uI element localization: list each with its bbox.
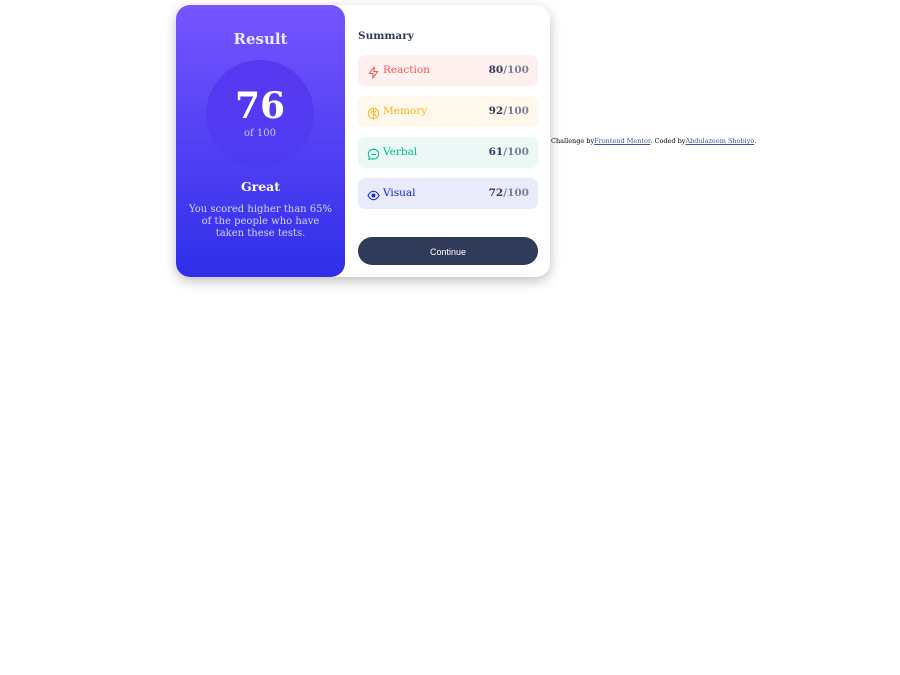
summary-row-memory: Memory 92/100 bbox=[358, 96, 538, 127]
summary-label-verbal: Verbal bbox=[383, 146, 418, 158]
score-of-label: of 100 bbox=[244, 128, 276, 139]
author-link[interactable]: Abdulazeem Shobiyo bbox=[685, 137, 754, 145]
result-title: Result bbox=[233, 30, 288, 48]
summary-title: Summary bbox=[358, 30, 414, 42]
result-panel: Result 76 of 100 Great You scored higher… bbox=[176, 5, 345, 277]
summary-score-reaction: 80/100 bbox=[488, 64, 529, 76]
continue-button[interactable]: Continue bbox=[358, 237, 538, 265]
summary-row-reaction: Reaction 80/100 bbox=[358, 55, 538, 86]
rating-label: Great bbox=[240, 179, 281, 194]
attribution: Challenge byFrontend Mentor. Coded byAbd… bbox=[551, 137, 757, 145]
lightning-icon bbox=[367, 64, 380, 79]
frontend-mentor-link[interactable]: Frontend Mentor bbox=[594, 137, 650, 145]
summary-score-memory: 92/100 bbox=[488, 105, 529, 117]
summary-score-visual: 72/100 bbox=[488, 187, 529, 199]
summary-label-reaction: Reaction bbox=[383, 64, 430, 76]
summary-score-verbal: 61/100 bbox=[488, 146, 529, 158]
results-card: Result 76 of 100 Great You scored higher… bbox=[176, 5, 550, 277]
summary-row-visual: Visual 72/100 bbox=[358, 178, 538, 209]
summary-label-memory: Memory bbox=[383, 105, 428, 117]
chat-bubble-icon bbox=[367, 146, 380, 161]
brain-icon bbox=[367, 105, 380, 120]
rating-description: You scored higher than 65% of the people… bbox=[188, 204, 333, 239]
eye-icon bbox=[367, 187, 380, 201]
score-value: 76 bbox=[234, 85, 286, 127]
summary-row-verbal: Verbal 61/100 bbox=[358, 137, 538, 168]
score-circle: 76 of 100 bbox=[206, 60, 314, 168]
summary-label-visual: Visual bbox=[383, 187, 416, 199]
